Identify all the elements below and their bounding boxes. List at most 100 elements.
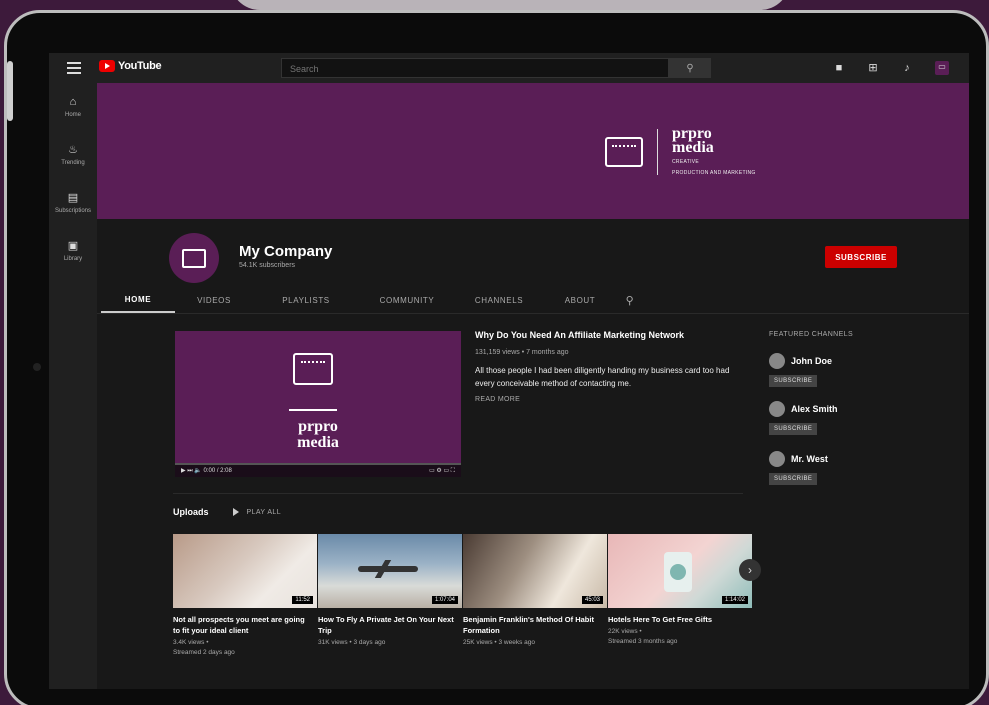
sidebar-item-label: Library	[63, 256, 83, 262]
hamburger-menu-icon[interactable]	[67, 62, 81, 74]
featured-channel-name[interactable]: Alex Smith	[791, 404, 838, 414]
tabs-divider	[97, 313, 969, 314]
video-card[interactable]: 45:03 Benjamin Franklin's Method Of Habi…	[463, 534, 607, 658]
search-box[interactable]	[281, 58, 669, 78]
video-title[interactable]: Hotels Here To Get Free Gifts	[608, 614, 752, 625]
video-thumbnail[interactable]: 1:07:04	[318, 534, 462, 608]
featured-video-title[interactable]: Why Do You Need An Affiliate Marketing N…	[475, 329, 735, 341]
create-video-icon[interactable]: ■	[833, 62, 845, 74]
video-title[interactable]: Not all prospects you meet are going to …	[173, 614, 317, 636]
account-avatar[interactable]: ▭	[935, 61, 949, 75]
screen: YouTube ⚲ ■ ⊞ ♪ ▭ ⌂ Home ♨ Trendi	[49, 53, 969, 689]
featured-video-description: All those people I had been diligently h…	[475, 366, 730, 388]
featured-channels-heading: FEATURED CHANNELS	[769, 331, 854, 338]
sidebar-item-home[interactable]: ⌂ Home	[49, 83, 97, 131]
sidebar: ⌂ Home ♨ Trending ▤ Subscriptions ▣ Libr…	[49, 83, 97, 689]
play-pause-icon[interactable]: ▶ ⏭ 🔈 0:00 / 2:08	[181, 467, 232, 475]
video-brand-text: prpro media	[175, 419, 461, 451]
sidebar-item-label: Trending	[61, 160, 85, 166]
search-input[interactable]	[282, 60, 668, 78]
avatar[interactable]	[769, 401, 785, 417]
player-settings-icons[interactable]: ▭ ⚙ ▭ ⛶	[429, 467, 455, 475]
video-card[interactable]: 1:14:02 Hotels Here To Get Free Gifts 22…	[608, 534, 752, 658]
tab-channels[interactable]: CHANNELS	[457, 287, 541, 313]
tab-community[interactable]: COMMUNITY	[361, 287, 453, 313]
featured-channel-item: Mr. West SUBSCRIBE	[769, 451, 889, 485]
video-duration: 45:03	[581, 596, 603, 604]
channel-name: My Company	[239, 243, 333, 260]
video-meta: 31K views • 3 days ago	[318, 639, 386, 646]
jar-image	[664, 552, 692, 592]
sidebar-item-subscriptions[interactable]: ▤ Subscriptions	[49, 179, 97, 227]
sidebar-item-library[interactable]: ▣ Library	[49, 227, 97, 275]
video-controls: ▶ ⏭ 🔈 0:00 / 2:08 ▭ ⚙ ▭ ⛶	[175, 465, 461, 477]
uploads-title[interactable]: Uploads	[173, 507, 209, 517]
banner-divider	[657, 129, 658, 175]
featured-subscribe-button[interactable]: SUBSCRIBE	[769, 423, 818, 435]
subscriptions-icon: ▤	[67, 192, 79, 204]
featured-video-info: Why Do You Need An Affiliate Marketing N…	[475, 329, 735, 403]
trending-icon: ♨	[68, 144, 78, 156]
channel-avatar[interactable]	[169, 233, 219, 283]
channel-search-icon[interactable]: ⚲	[615, 287, 645, 313]
featured-channel-name[interactable]: Mr. West	[791, 454, 828, 464]
avatar[interactable]	[769, 353, 785, 369]
tablet-side-button	[7, 61, 13, 121]
video-meta: 22K views •	[608, 628, 642, 635]
video-thumbnail[interactable]: 1:14:02	[608, 534, 752, 608]
video-title[interactable]: How To Fly A Private Jet On Your Next Tr…	[318, 614, 462, 636]
tab-home[interactable]: HOME	[101, 287, 175, 313]
home-icon: ⌂	[69, 96, 77, 108]
read-more-link[interactable]: READ MORE	[475, 396, 735, 403]
featured-channel-item: Alex Smith SUBSCRIBE	[769, 401, 889, 435]
search-icon: ⚲	[686, 62, 694, 74]
subscribe-button[interactable]: SUBSCRIBE	[825, 246, 897, 268]
youtube-logo[interactable]: YouTube	[99, 60, 162, 72]
chevron-right-icon[interactable]: ›	[739, 559, 761, 581]
play-all-button[interactable]: PLAY ALL	[232, 508, 281, 516]
video-thumbnail[interactable]: 45:03	[463, 534, 607, 608]
video-card[interactable]: 1:07:04 How To Fly A Private Jet On Your…	[318, 534, 462, 658]
video-card[interactable]: 11:52 Not all prospects you meet are goi…	[173, 534, 317, 658]
featured-video-player[interactable]: prpro media ▶ ⏭ 🔈 0:00 / 2:08 ▭ ⚙ ▭ ⛶	[175, 331, 461, 477]
tab-videos[interactable]: VIDEOS	[177, 287, 251, 313]
featured-channel-item: John Doe SUBSCRIBE	[769, 353, 889, 387]
video-duration: 1:07:04	[431, 596, 458, 604]
featured-subscribe-button[interactable]: SUBSCRIBE	[769, 375, 818, 387]
play-icon	[232, 508, 239, 516]
video-meta: 25K views • 3 weeks ago	[463, 639, 536, 646]
video-meta-secondary: Streamed 2 days ago	[173, 649, 235, 656]
banner-brand-logo: prpro media CREATIVE PRODUCTION AND MARK…	[605, 126, 756, 177]
tab-about[interactable]: ABOUT	[549, 287, 611, 313]
video-thumbnail[interactable]: 11:52	[173, 534, 317, 608]
avatar[interactable]	[769, 451, 785, 467]
channel-banner: prpro media CREATIVE PRODUCTION AND MARK…	[97, 83, 969, 219]
tab-playlists[interactable]: PLAYLISTS	[261, 287, 351, 313]
section-divider	[173, 493, 743, 494]
sidebar-item-label: Home	[64, 112, 81, 118]
apps-grid-icon[interactable]: ⊞	[867, 62, 879, 74]
brand-monitor-icon	[293, 353, 333, 385]
airplane-image	[358, 566, 418, 572]
video-title[interactable]: Benjamin Franklin's Method Of Habit Form…	[463, 614, 607, 636]
video-time: 0:00 / 2:08	[203, 468, 232, 474]
banner-brand-text: prpro media CREATIVE PRODUCTION AND MARK…	[672, 126, 756, 177]
featured-channel-name[interactable]: John Doe	[791, 356, 832, 366]
video-brand-line2: media	[297, 434, 339, 451]
sidebar-item-trending[interactable]: ♨ Trending	[49, 131, 97, 179]
youtube-play-icon	[99, 60, 115, 72]
search-button[interactable]: ⚲	[669, 58, 711, 78]
featured-subscribe-button[interactable]: SUBSCRIBE	[769, 473, 818, 485]
video-duration: 1:14:02	[721, 596, 748, 604]
top-bar: YouTube ⚲ ■ ⊞ ♪ ▭	[49, 53, 969, 83]
background-light	[230, 0, 790, 10]
video-brand-line1: prpro	[298, 418, 338, 435]
top-actions: ■ ⊞ ♪ ▭	[833, 61, 949, 75]
logo-text: YouTube	[118, 60, 162, 72]
featured-video-meta: 131,159 views • 7 months ago	[475, 349, 569, 356]
library-icon: ▣	[67, 240, 79, 252]
sidebar-item-label: Subscriptions	[54, 208, 92, 214]
uploads-row: 11:52 Not all prospects you meet are goi…	[173, 534, 752, 658]
tablet-frame: YouTube ⚲ ■ ⊞ ♪ ▭ ⌂ Home ♨ Trendi	[4, 10, 989, 705]
notifications-bell-icon[interactable]: ♪	[901, 62, 913, 74]
